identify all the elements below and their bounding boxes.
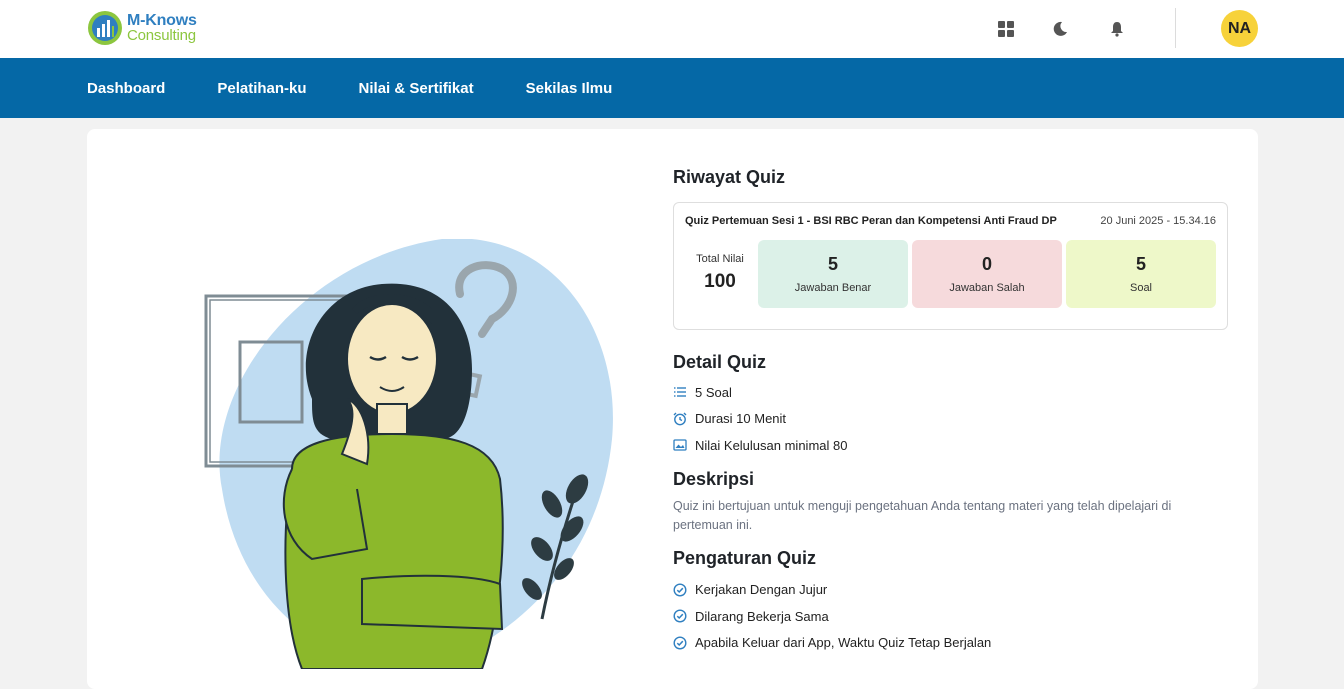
total-score-value: 100: [704, 271, 736, 292]
check-circle-icon: [673, 636, 687, 650]
detail-item: Durasi 10 Menit: [673, 406, 1228, 433]
logo-mark-icon: [88, 11, 122, 45]
nav-item-sekilas-ilmu[interactable]: Sekilas Ilmu: [526, 80, 613, 97]
stat-questions-label: Soal: [1129, 282, 1153, 294]
detail-item-text: Durasi 10 Menit: [695, 411, 787, 427]
detail-item: 5 Soal: [673, 379, 1228, 406]
rule-item-text: Kerjakan Dengan Jujur: [695, 582, 828, 598]
quiz-date: 20 Juni 2025 - 15.34.16: [1100, 215, 1216, 227]
grid-icon[interactable]: [995, 18, 1017, 40]
alarm-clock-icon: [673, 412, 687, 426]
bell-icon[interactable]: [1106, 18, 1128, 40]
logo-line1: M-Knows: [127, 12, 197, 29]
quiz-card: Riwayat Quiz Quiz Pertemuan Sesi 1 - BSI…: [87, 129, 1258, 689]
nav-item-nilai-sertifikat[interactable]: Nilai & Sertifikat: [359, 80, 474, 97]
riwayat-quiz-box[interactable]: Quiz Pertemuan Sesi 1 - BSI RBC Peran da…: [673, 202, 1228, 330]
detail-section: Detail Quiz 5 Soal Durasi 10 Menit Nilai…: [673, 352, 1228, 459]
top-bar: M-Knows Consulting NA: [0, 0, 1344, 58]
check-circle-icon: [673, 609, 687, 623]
rule-item-text: Dilarang Bekerja Sama: [695, 608, 829, 624]
quiz-info-panel: Riwayat Quiz Quiz Pertemuan Sesi 1 - BSI…: [673, 167, 1228, 656]
list-icon: [673, 385, 687, 399]
check-circle-icon: [673, 583, 687, 597]
rule-item: Dilarang Bekerja Sama: [673, 603, 1228, 630]
total-score-label: Total Nilai: [696, 253, 744, 265]
stat-correct: 5 Jawaban Benar: [758, 240, 908, 308]
logo[interactable]: M-Knows Consulting: [87, 10, 197, 46]
rule-item-text: Apabila Keluar dari App, Waktu Quiz Teta…: [695, 635, 992, 651]
quiz-title: Quiz Pertemuan Sesi 1 - BSI RBC Peran da…: [685, 215, 1057, 227]
stat-questions: 5 Soal: [1066, 240, 1216, 308]
detail-heading: Detail Quiz: [673, 352, 767, 372]
stat-questions-value: 5: [1135, 254, 1146, 274]
nav-item-pelatihan[interactable]: Pelatihan-ku: [217, 80, 306, 97]
avatar[interactable]: NA: [1221, 10, 1258, 47]
riwayat-heading: Riwayat Quiz: [673, 167, 786, 187]
detail-item-text: 5 Soal: [695, 384, 732, 400]
rule-item: Apabila Keluar dari App, Waktu Quiz Teta…: [673, 630, 1228, 657]
rule-item: Kerjakan Dengan Jujur: [673, 577, 1228, 604]
logo-line2: Consulting: [127, 27, 196, 44]
main-nav: Dashboard Pelatihan-ku Nilai & Sertifika…: [0, 58, 1344, 118]
deskripsi-heading: Deskripsi: [673, 468, 755, 489]
stat-wrong-value: 0: [981, 254, 992, 274]
deskripsi-section: Deskripsi Quiz ini bertujuan untuk mengu…: [673, 469, 1228, 535]
detail-item: Nilai Kelulusan minimal 80: [673, 432, 1228, 459]
detail-item-text: Nilai Kelulusan minimal 80: [695, 437, 848, 453]
stat-wrong-label: Jawaban Salah: [949, 282, 1025, 294]
stat-wrong: 0 Jawaban Salah: [912, 240, 1062, 308]
nav-item-dashboard[interactable]: Dashboard: [87, 80, 165, 97]
moon-icon[interactable]: [1049, 18, 1071, 40]
stat-correct-value: 5: [827, 254, 838, 274]
header-divider: [1175, 8, 1176, 48]
pengaturan-section: Pengaturan Quiz Kerjakan Dengan Jujur Di…: [673, 548, 1228, 657]
total-score: Total Nilai 100: [686, 253, 754, 293]
pengaturan-heading: Pengaturan Quiz: [673, 547, 817, 568]
stat-correct-label: Jawaban Benar: [794, 282, 872, 294]
thinking-woman-illustration: [204, 239, 613, 669]
image-icon: [673, 438, 687, 452]
deskripsi-text: Quiz ini bertujuan untuk menguji pengeta…: [673, 498, 1172, 532]
